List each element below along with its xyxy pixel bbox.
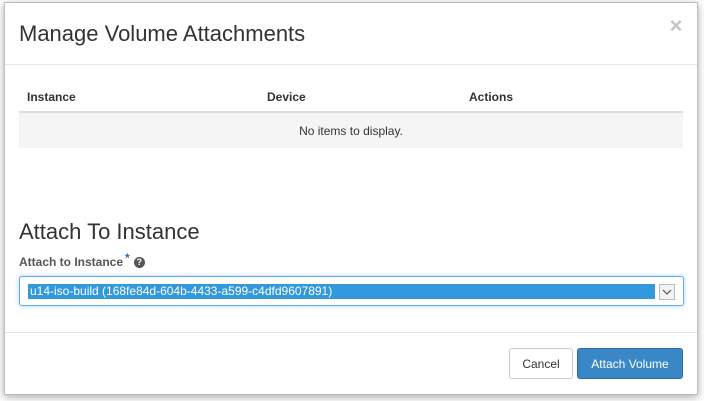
column-header-device[interactable]: Device	[259, 83, 461, 113]
attachments-table: Instance Device Actions No items to disp…	[19, 83, 683, 148]
cancel-button[interactable]: Cancel	[509, 348, 573, 379]
modal-title: Manage Volume Attachments	[19, 21, 306, 46]
modal-footer: Cancel Attach Volume	[5, 332, 697, 394]
table-header-row: Instance Device Actions	[19, 83, 683, 113]
column-header-actions: Actions	[461, 83, 683, 113]
selected-instance-value: u14-iso-build (168fe84d-604b-4433-a599-c…	[28, 284, 655, 299]
modal-header: Manage Volume Attachments ×	[5, 3, 697, 65]
column-header-instance[interactable]: Instance	[19, 83, 259, 113]
chevron-down-icon[interactable]	[659, 284, 675, 300]
attach-instance-label-text: Attach to Instance	[19, 255, 124, 269]
required-marker: *	[125, 251, 130, 265]
empty-table-message: No items to display.	[19, 112, 683, 148]
help-icon[interactable]: ?	[133, 257, 145, 269]
attach-volume-button[interactable]: Attach Volume	[577, 348, 683, 379]
attach-section-title: Attach To Instance	[19, 219, 200, 244]
table-row: No items to display.	[19, 112, 683, 148]
attach-instance-label: Attach to Instance *?	[19, 251, 145, 269]
manage-volume-attachments-dialog: Manage Volume Attachments × Instance Dev…	[4, 2, 698, 395]
attach-instance-select[interactable]: u14-iso-build (168fe84d-604b-4433-a599-c…	[19, 276, 684, 306]
close-icon[interactable]: ×	[667, 15, 685, 37]
